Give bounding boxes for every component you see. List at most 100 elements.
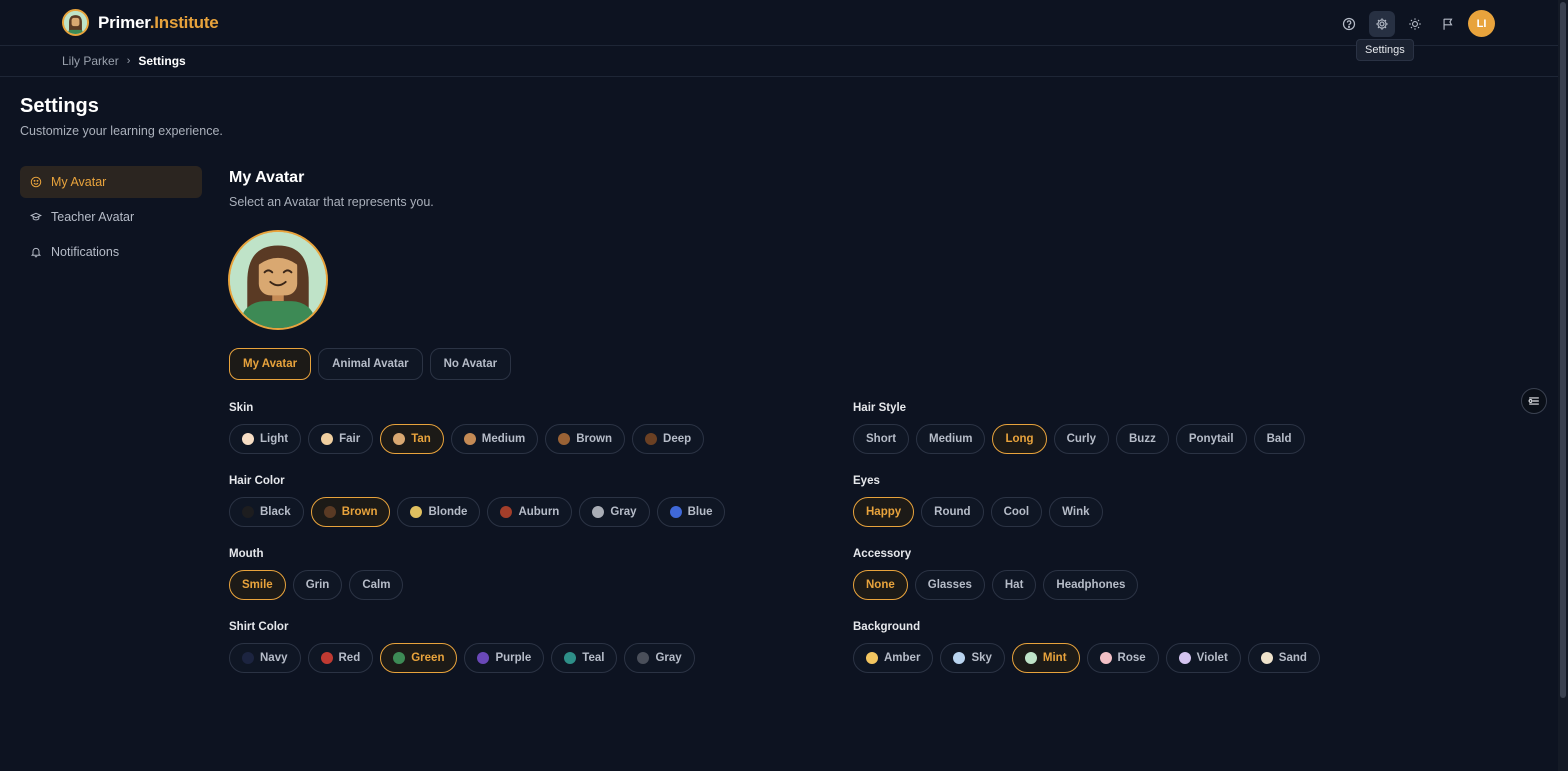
color-swatch [463, 433, 476, 445]
scrollbar-thumb[interactable] [1560, 2, 1566, 698]
background-option-sky[interactable]: Sky [940, 643, 1005, 673]
mode-animal-avatar-button[interactable]: Animal Avatar [318, 348, 423, 380]
sidebar-item-my-avatar[interactable]: My Avatar [20, 166, 202, 198]
eyes-options: Eyes Happy Round Cool Wink [853, 475, 1110, 527]
color-swatch [637, 652, 650, 664]
report-flag-icon[interactable] [1435, 11, 1461, 37]
skin-label: Skin [229, 402, 254, 414]
accessory-options: Accessory None Glasses Hat Headphones [853, 548, 1145, 600]
smile-icon [30, 176, 42, 188]
hair-style-label: Hair Style [853, 402, 907, 414]
color-swatch [410, 506, 423, 518]
shirt-color-option-green[interactable]: Green [380, 643, 458, 673]
eyes-option-wink[interactable]: Wink [1049, 497, 1103, 527]
skin-option-deep[interactable]: Deep [632, 424, 705, 454]
background-option-amber[interactable]: Amber [853, 643, 934, 673]
mouth-option-calm[interactable]: Calm [349, 570, 404, 600]
background-option-sand[interactable]: Sand [1247, 643, 1320, 673]
mode-no-avatar-button[interactable]: No Avatar [429, 348, 512, 380]
shirt-color-option-purple[interactable]: Purple [464, 643, 545, 673]
accessory-option-hat[interactable]: Hat [991, 570, 1037, 600]
color-swatch [1024, 652, 1037, 664]
brand-name: Primer.Institute [98, 12, 219, 32]
color-swatch [320, 652, 333, 664]
sidebar-item-label: Notifications [51, 245, 120, 259]
page-scrollbar[interactable] [1558, 0, 1568, 771]
accessory-option-headphones[interactable]: Headphones [1043, 570, 1139, 600]
hair-style-option-bald[interactable]: Bald [1253, 424, 1305, 454]
background-option-violet[interactable]: Violet [1165, 643, 1241, 673]
mouth-options: Mouth Smile Grin Calm [229, 548, 410, 600]
color-swatch [323, 506, 336, 518]
shirt-color-option-teal[interactable]: Teal [551, 643, 618, 673]
skin-options: Skin Light Fair Tan Medium Brown Deep [229, 402, 711, 454]
color-swatch [393, 652, 406, 664]
mouth-option-grin[interactable]: Grin [292, 570, 343, 600]
page-subtitle: Customize your learning experience. [20, 124, 223, 138]
page-title: Settings [20, 95, 99, 117]
eyes-option-happy[interactable]: Happy [853, 497, 915, 527]
brand[interactable]: Primer.Institute [62, 9, 219, 36]
hair-color-option-blonde[interactable]: Blonde [397, 497, 481, 527]
hair-color-option-brown[interactable]: Brown [310, 497, 391, 527]
user-avatar[interactable]: LI [1468, 10, 1495, 37]
hair-style-option-curly[interactable]: Curly [1053, 424, 1109, 454]
skin-option-medium[interactable]: Medium [450, 424, 539, 454]
color-swatch [953, 652, 966, 664]
background-option-mint[interactable]: Mint [1011, 643, 1080, 673]
color-swatch [558, 433, 571, 445]
hair-style-options: Hair Style Short Medium Long Curly Buzz … [853, 402, 1312, 454]
color-swatch [242, 433, 254, 445]
shirt-color-option-red[interactable]: Red [307, 643, 374, 673]
color-swatch [1099, 652, 1112, 664]
avatar-mode-selector: My Avatar Animal Avatar No Avatar [229, 348, 518, 380]
sidebar-item-notifications[interactable]: Notifications [20, 236, 202, 268]
sidebar-item-label: Teacher Avatar [51, 210, 135, 224]
shirt-color-option-gray[interactable]: Gray [624, 643, 695, 673]
skin-option-brown[interactable]: Brown [545, 424, 626, 454]
skin-option-light[interactable]: Light [229, 424, 302, 454]
help-icon[interactable] [1336, 11, 1362, 37]
hair-color-option-blue[interactable]: Blue [656, 497, 726, 527]
hair-style-option-ponytail[interactable]: Ponytail [1175, 424, 1247, 454]
skin-option-tan[interactable]: Tan [380, 424, 444, 454]
settings-sidebar: My Avatar Teacher Avatar Notifications [20, 166, 202, 271]
mode-my-avatar-button[interactable]: My Avatar [229, 348, 312, 380]
section-subtitle: Select an Avatar that represents you. [229, 195, 434, 209]
mouth-option-smile[interactable]: Smile [229, 570, 286, 600]
color-swatch [645, 433, 658, 445]
color-swatch [866, 652, 878, 664]
brand-logo-avatar [62, 9, 89, 36]
skin-option-fair[interactable]: Fair [308, 424, 374, 454]
color-swatch [321, 433, 334, 445]
color-swatch [477, 652, 490, 664]
eyes-option-round[interactable]: Round [921, 497, 984, 527]
background-label: Background [853, 621, 921, 633]
eyes-label: Eyes [853, 475, 880, 487]
hair-style-option-long[interactable]: Long [992, 424, 1047, 454]
theme-sun-icon[interactable] [1402, 11, 1428, 37]
hair-style-option-short[interactable]: Short [853, 424, 910, 454]
hair-color-option-auburn[interactable]: Auburn [487, 497, 573, 527]
color-swatch [592, 506, 605, 518]
shirt-color-label: Shirt Color [229, 621, 289, 633]
breadcrumb-parent-link[interactable]: Lily Parker [62, 54, 119, 68]
settings-gear-icon[interactable] [1369, 10, 1395, 37]
background-options: Background Amber Sky Mint Rose Violet Sa… [853, 621, 1327, 673]
header-actions: LI [1336, 10, 1495, 37]
background-option-rose[interactable]: Rose [1086, 643, 1159, 673]
hair-color-options: Hair Color Black Brown Blonde Auburn Gra… [229, 475, 732, 527]
accessory-option-glasses[interactable]: Glasses [914, 570, 985, 600]
hair-color-option-gray[interactable]: Gray [579, 497, 650, 527]
accessory-option-none[interactable]: None [853, 570, 908, 600]
color-swatch [669, 506, 682, 518]
hair-style-option-medium[interactable]: Medium [916, 424, 986, 454]
eyes-option-cool[interactable]: Cool [990, 497, 1043, 527]
hair-color-option-black[interactable]: Black [229, 497, 304, 527]
floating-widget-icon[interactable] [1521, 388, 1547, 414]
shirt-color-options: Shirt Color Navy Red Green Purple Teal G… [229, 621, 702, 673]
shirt-color-option-navy[interactable]: Navy [229, 643, 301, 673]
hair-style-option-buzz[interactable]: Buzz [1116, 424, 1169, 454]
hair-color-label: Hair Color [229, 475, 285, 487]
sidebar-item-teacher-avatar[interactable]: Teacher Avatar [20, 201, 202, 233]
